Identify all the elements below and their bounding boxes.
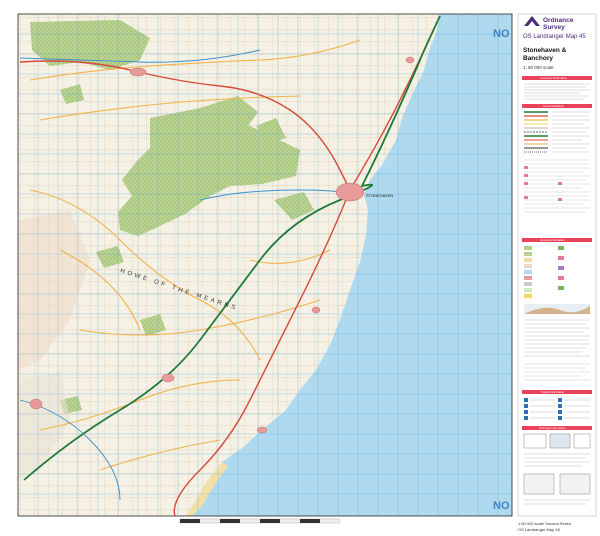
section-customer-info: Customer Information <box>540 76 567 80</box>
village-5 <box>29 398 43 410</box>
section-general-info: General Information <box>540 238 565 242</box>
legend-panel: Ordnance Survey OS Landranger Map 45 Sto… <box>517 13 597 517</box>
village-4 <box>311 306 321 314</box>
scale-bar-segment <box>260 519 280 523</box>
section-communications: Communications <box>543 104 564 108</box>
brand-line1: Ordnance <box>543 17 574 24</box>
map-frame: STONEHAVEN HOWE OF THE MEARNS NO NO <box>17 13 513 517</box>
scale-bar-segment <box>180 519 200 523</box>
sheet-title-line2: Banchory <box>523 55 553 62</box>
village-2 <box>256 426 268 434</box>
village-3 <box>405 56 415 64</box>
town-banchory <box>129 67 147 77</box>
label-stonehaven: STONEHAVEN <box>366 193 393 198</box>
scale-label: 1: 50 000 scale <box>523 65 554 70</box>
brand-line2: Survey <box>543 24 565 31</box>
scale-bar-segment <box>300 519 320 523</box>
series-label: OS Landranger Map 45 <box>523 34 586 40</box>
footer-line1: 1:50 000 scale Second Series <box>518 521 571 526</box>
section-technical-info: Technical Information <box>539 426 566 430</box>
os-map-sheet: STONEHAVEN HOWE OF THE MEARNS NO NO Ordn… <box>0 0 600 536</box>
scale-bar-segment <box>220 519 240 523</box>
grid-square-label-top: NO <box>493 28 510 40</box>
footer-line2: OS Landranger Map 45 <box>518 527 561 532</box>
town-stonehaven <box>335 182 365 202</box>
grid-square-label-bottom: NO <box>493 500 510 512</box>
section-tourist-info: Tourist Information <box>541 390 564 394</box>
sheet-title-line1: Stonehaven & <box>523 47 567 54</box>
village-1 <box>161 373 175 383</box>
